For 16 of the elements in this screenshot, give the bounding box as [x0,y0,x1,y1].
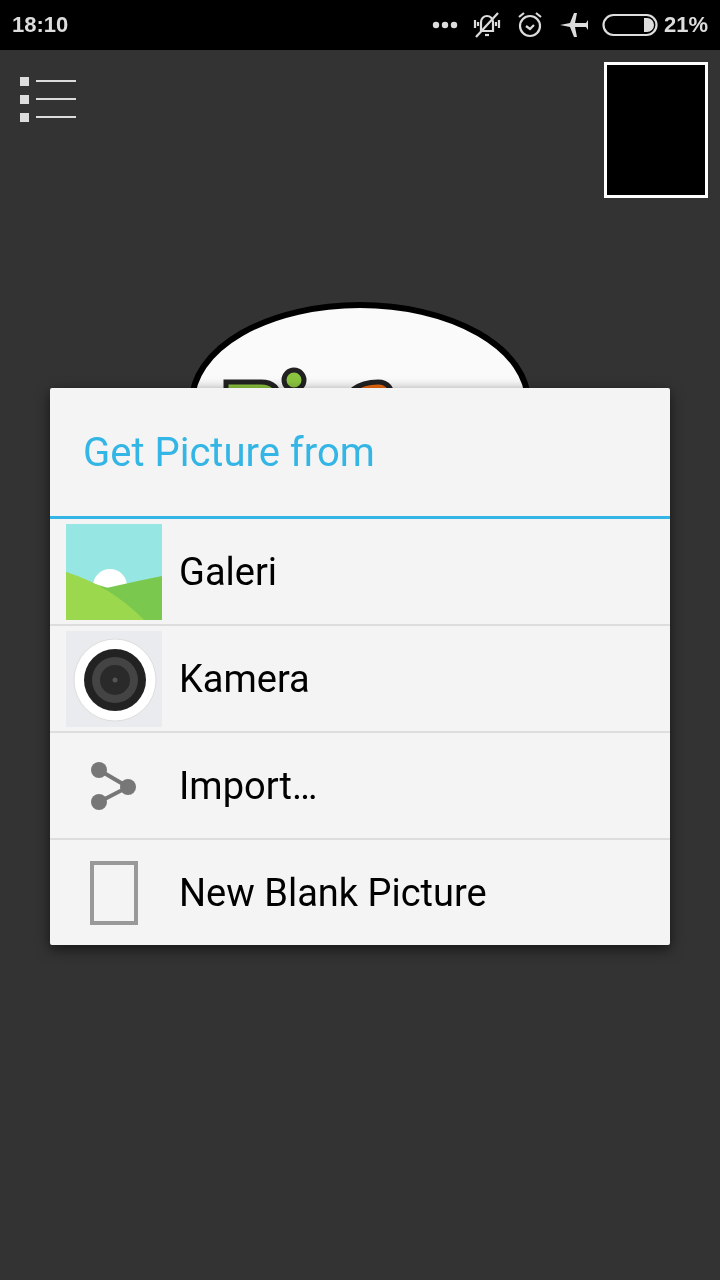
dialog-title: Get Picture from [50,388,670,519]
menu-item[interactable]: Galeri [50,519,670,626]
menu-item[interactable]: New Blank Picture [50,840,670,945]
landscape-icon [66,523,162,620]
vibrate-off-icon [471,11,502,39]
more-dots-icon [431,21,458,29]
menu-item[interactable]: Import… [50,733,670,840]
picture-thumbnail[interactable] [604,62,708,198]
status-time: 18:10 [12,12,69,38]
camera-lens-icon [66,630,162,727]
blank-page-icon [90,860,138,925]
menu-item[interactable]: Kamera [50,626,670,733]
battery-icon [601,13,658,37]
share-icon [90,760,138,811]
battery-percent: 21% [663,12,708,38]
menu-icon[interactable] [20,76,76,122]
